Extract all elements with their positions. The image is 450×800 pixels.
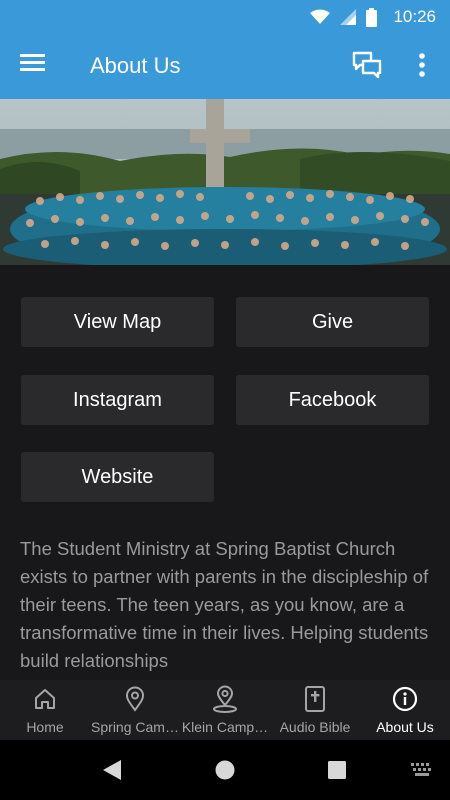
crowd bbox=[3, 187, 447, 265]
overflow-menu-button[interactable] bbox=[410, 51, 434, 81]
bible-icon bbox=[305, 686, 325, 712]
tab-about-us[interactable]: About Us bbox=[360, 680, 450, 740]
give-button[interactable]: Give bbox=[236, 297, 429, 347]
tab-home[interactable]: Home bbox=[0, 680, 90, 740]
cell-signal-icon bbox=[340, 9, 357, 25]
description-text: The Student Ministry at Spring Baptist C… bbox=[20, 538, 429, 671]
battery-icon bbox=[366, 7, 378, 27]
app-bar: About Us bbox=[0, 33, 450, 99]
status-time: 10:26 bbox=[393, 7, 436, 26]
back-icon[interactable] bbox=[101, 759, 123, 781]
home-circle-icon[interactable] bbox=[214, 759, 236, 781]
tab-spring-campus-label: Spring Cam… bbox=[91, 719, 179, 735]
tab-about-us-label: About Us bbox=[376, 719, 434, 735]
website-button[interactable]: Website bbox=[21, 452, 214, 502]
facebook-button[interactable]: Facebook bbox=[236, 375, 429, 425]
tab-klein-campus-label: Klein Camp… bbox=[181, 719, 269, 735]
recents-icon[interactable] bbox=[327, 760, 347, 780]
tab-audio-bible[interactable]: Audio Bible bbox=[270, 680, 360, 740]
location-icon bbox=[213, 685, 237, 713]
chat-button[interactable] bbox=[352, 51, 388, 81]
about-content: View Map Give Instagram Facebook Website… bbox=[0, 265, 450, 680]
map-pin-icon bbox=[125, 686, 145, 712]
tab-spring-campus[interactable]: Spring Cam… bbox=[90, 680, 180, 740]
tab-home-label: Home bbox=[26, 719, 64, 735]
keyboard-icon[interactable] bbox=[411, 763, 433, 777]
more-vert-icon bbox=[419, 53, 425, 77]
info-icon bbox=[392, 686, 418, 712]
hamburger-menu-icon bbox=[20, 54, 45, 71]
home-icon bbox=[35, 689, 55, 709]
chat-icon bbox=[352, 51, 382, 79]
page-title: About Us bbox=[90, 53, 181, 78]
menu-button[interactable] bbox=[20, 53, 50, 79]
tab-audio-bible-label: Audio Bible bbox=[279, 719, 351, 735]
wifi-icon bbox=[310, 9, 331, 24]
group-photo bbox=[0, 99, 450, 265]
tab-klein-campus[interactable]: Klein Camp… bbox=[180, 680, 270, 740]
instagram-button[interactable]: Instagram bbox=[21, 375, 214, 425]
status-bar: 10:26 bbox=[0, 0, 450, 33]
status-icons: 10:26 bbox=[310, 7, 436, 27]
system-nav-bar bbox=[0, 740, 450, 800]
view-map-button[interactable]: View Map bbox=[21, 297, 214, 347]
bottom-tab-bar: Home Spring Cam… Klein Camp… Audio Bible… bbox=[0, 680, 450, 740]
hero-image bbox=[0, 99, 450, 265]
